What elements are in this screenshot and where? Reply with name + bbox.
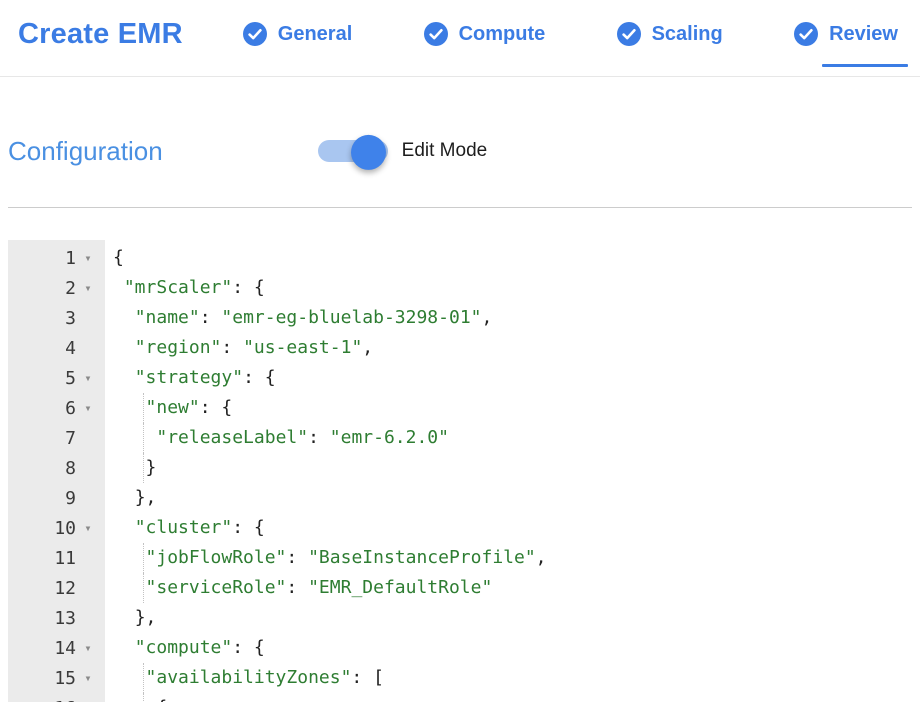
- fold-arrow-icon[interactable]: ▾: [76, 393, 100, 423]
- line-number: 9: [8, 488, 76, 509]
- code-line: "new": {: [113, 393, 912, 423]
- line-number: 14: [8, 638, 76, 659]
- check-circle-icon: [424, 22, 448, 46]
- gutter-row: 16▾: [8, 693, 105, 702]
- page-title: Create EMR: [18, 18, 183, 51]
- edit-mode-label: Edit Mode: [402, 140, 488, 162]
- check-circle-icon: [243, 22, 267, 46]
- edit-mode-toggle[interactable]: [318, 140, 388, 162]
- code-line: "mrScaler": {: [113, 273, 912, 303]
- step-label: Review: [829, 23, 898, 46]
- gutter-row: 14▾: [8, 633, 105, 663]
- json-code-editor: 1▾2▾345▾6▾78910▾11121314▾15▾16▾ { "mrSca…: [8, 240, 912, 702]
- step-tab-compute[interactable]: Compute: [424, 0, 546, 69]
- editor-gutter: 1▾2▾345▾6▾78910▾11121314▾15▾16▾: [8, 240, 105, 702]
- section-divider: [8, 207, 912, 208]
- step-label: Scaling: [652, 23, 723, 46]
- line-number: 10: [8, 518, 76, 539]
- code-line: "releaseLabel": "emr-6.2.0": [113, 423, 912, 453]
- code-line: "jobFlowRole": "BaseInstanceProfile",: [113, 543, 912, 573]
- line-number: 15: [8, 668, 76, 689]
- fold-arrow-icon[interactable]: ▾: [76, 693, 100, 702]
- gutter-row: 1▾: [8, 243, 105, 273]
- gutter-row: 5▾: [8, 363, 105, 393]
- step-tab-scaling[interactable]: Scaling: [617, 0, 723, 69]
- step-nav: General Compute Scaling Review: [243, 0, 898, 69]
- code-area[interactable]: { "mrScaler": { "name": "emr-eg-bluelab-…: [105, 240, 912, 702]
- gutter-row: 4: [8, 333, 105, 363]
- fold-arrow-icon[interactable]: ▾: [76, 633, 100, 663]
- code-line: "strategy": {: [113, 363, 912, 393]
- code-line: "compute": {: [113, 633, 912, 663]
- code-line: },: [113, 603, 912, 633]
- line-number: 3: [8, 308, 76, 329]
- gutter-row: 9: [8, 483, 105, 513]
- code-line: {: [113, 243, 912, 273]
- configuration-section-header: Configuration Edit Mode: [8, 130, 912, 172]
- line-number: 5: [8, 368, 76, 389]
- code-line: "availabilityZones": [: [113, 663, 912, 693]
- step-tab-general[interactable]: General: [243, 0, 352, 69]
- gutter-row: 2▾: [8, 273, 105, 303]
- line-number: 4: [8, 338, 76, 359]
- wizard-header: Create EMR General Compute Scaling: [0, 0, 920, 77]
- fold-arrow-icon[interactable]: ▾: [76, 663, 100, 693]
- code-line: "serviceRole": "EMR_DefaultRole": [113, 573, 912, 603]
- toggle-knob: [351, 135, 386, 170]
- gutter-row: 12: [8, 573, 105, 603]
- gutter-row: 7: [8, 423, 105, 453]
- step-tab-review[interactable]: Review: [794, 0, 898, 69]
- code-line: },: [113, 483, 912, 513]
- line-number: 13: [8, 608, 76, 629]
- fold-arrow-icon[interactable]: ▾: [76, 243, 100, 273]
- line-number: 2: [8, 278, 76, 299]
- gutter-row: 11: [8, 543, 105, 573]
- line-number: 1: [8, 248, 76, 269]
- section-title: Configuration: [8, 136, 163, 167]
- line-number: 7: [8, 428, 76, 449]
- fold-arrow-icon[interactable]: ▾: [76, 363, 100, 393]
- code-line: "name": "emr-eg-bluelab-3298-01",: [113, 303, 912, 333]
- line-number: 12: [8, 578, 76, 599]
- active-tab-underline: [822, 64, 908, 67]
- step-label: General: [278, 23, 352, 46]
- check-circle-icon: [617, 22, 641, 46]
- gutter-row: 10▾: [8, 513, 105, 543]
- code-line: }: [113, 453, 912, 483]
- check-circle-icon: [794, 22, 818, 46]
- gutter-row: 6▾: [8, 393, 105, 423]
- fold-arrow-icon[interactable]: ▾: [76, 273, 100, 303]
- line-number: 11: [8, 548, 76, 569]
- fold-arrow-icon[interactable]: ▾: [76, 513, 100, 543]
- gutter-row: 8: [8, 453, 105, 483]
- gutter-row: 3: [8, 303, 105, 333]
- code-line: "region": "us-east-1",: [113, 333, 912, 363]
- line-number: 8: [8, 458, 76, 479]
- line-number: 6: [8, 398, 76, 419]
- code-line: {: [113, 693, 912, 702]
- step-label: Compute: [459, 23, 546, 46]
- code-line: "cluster": {: [113, 513, 912, 543]
- gutter-row: 15▾: [8, 663, 105, 693]
- gutter-row: 13: [8, 603, 105, 633]
